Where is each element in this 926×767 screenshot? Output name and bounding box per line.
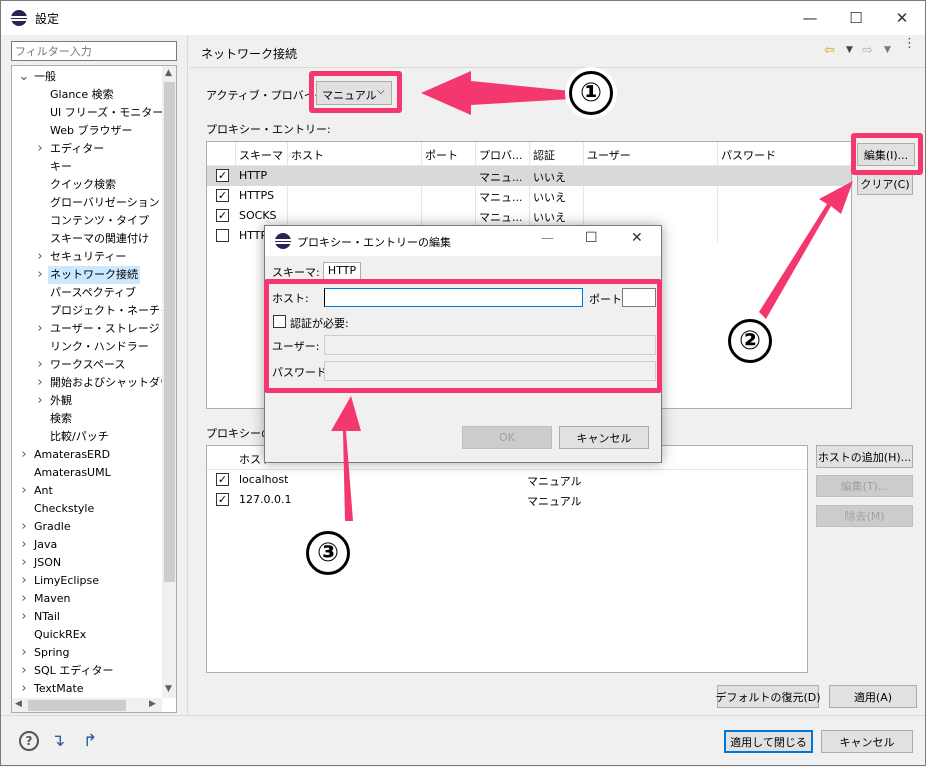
- step-2-badge: ②: [728, 319, 772, 363]
- annotation-arrows: [331, 71, 853, 521]
- arrow-3-icon: [331, 396, 361, 521]
- step-1-badge: ①: [569, 71, 613, 115]
- arrow-2-icon: [759, 181, 853, 319]
- arrow-1-icon: [421, 71, 571, 115]
- preferences-window: 設定 — ☐ ✕ 一般⌄Glance 検索UI フリーズ・モニターWeb ブラウ…: [0, 0, 926, 766]
- step-3-badge: ③: [306, 531, 350, 575]
